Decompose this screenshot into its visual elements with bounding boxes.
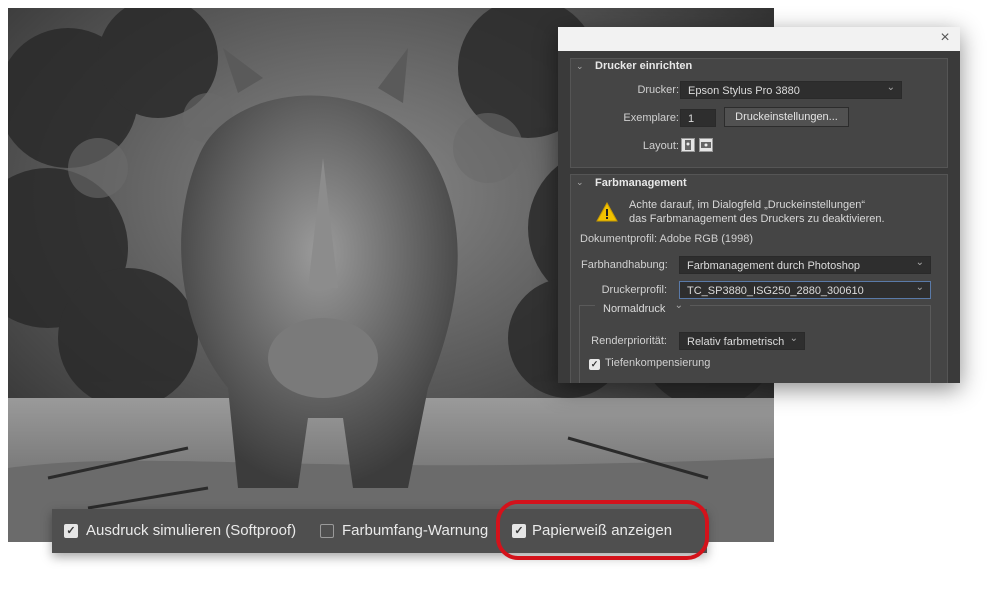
color-management-section: ⌄ Farbmanagement Achte darauf, im Dialog… (570, 174, 948, 383)
print-settings-button[interactable]: Druckeinstellungen... (724, 107, 849, 127)
dialog-titlebar: × (558, 27, 960, 51)
warning-line-1: Achte darauf, im Dialogfeld „Druckeinste… (629, 199, 866, 211)
black-point-checkbox[interactable]: ✓ (589, 359, 600, 370)
copies-label: Exemplare: (623, 112, 679, 124)
section-chevron-icon[interactable]: ⌄ (576, 177, 584, 188)
black-point-label: Tiefenkompensierung (605, 357, 711, 369)
section-chevron-icon[interactable]: ⌄ (576, 61, 584, 72)
printer-profile-label: Druckerprofil: (601, 284, 667, 296)
gamut-warning-label: Farbumfang-Warnung (342, 522, 489, 539)
layout-label: Layout: (642, 140, 679, 152)
close-icon[interactable]: × (936, 29, 954, 47)
color-management-title: Farbmanagement (595, 177, 687, 189)
document-profile-text: Dokumentprofil: Adobe RGB (1998) (580, 233, 754, 245)
paper-white-highlight-ring (496, 500, 709, 560)
gamut-warning-checkbox[interactable] (320, 524, 334, 538)
warning-triangle-icon (596, 202, 618, 222)
printer-select[interactable]: Epson Stylus Pro 3880 (680, 79, 902, 99)
simulate-checkbox[interactable]: ✓ (64, 524, 78, 538)
color-handling-select[interactable]: Farbmanagement durch Photoshop (679, 254, 931, 274)
warning-text: Achte darauf, im Dialogfeld „Druckeinste… (629, 198, 885, 226)
printer-profile-select[interactable]: TC_SP3880_ISG250_2880_300610 (679, 279, 931, 299)
color-handling-label: Farbhandhabung: (581, 259, 668, 271)
render-intent-label: Renderpriorität: (591, 335, 667, 347)
landscape-layout-icon[interactable] (699, 138, 713, 152)
copies-input[interactable]: 1 (680, 109, 716, 127)
print-mode-select[interactable]: Normaldruck (595, 297, 690, 317)
printer-setup-section: ⌄ Drucker einrichten Drucker: Epson Styl… (570, 58, 948, 168)
warning-line-2: das Farbmanagement des Druckers zu deakt… (629, 213, 885, 225)
printer-setup-title: Drucker einrichten (595, 60, 693, 72)
printer-label: Drucker: (637, 84, 679, 96)
simulate-label: Ausdruck simulieren (Softproof) (86, 522, 297, 539)
print-dialog: × ⌄ Drucker einrichten Drucker: Epson St… (558, 27, 960, 383)
render-intent-select[interactable]: Relativ farbmetrisch (679, 330, 805, 350)
portrait-layout-icon[interactable] (681, 138, 695, 152)
